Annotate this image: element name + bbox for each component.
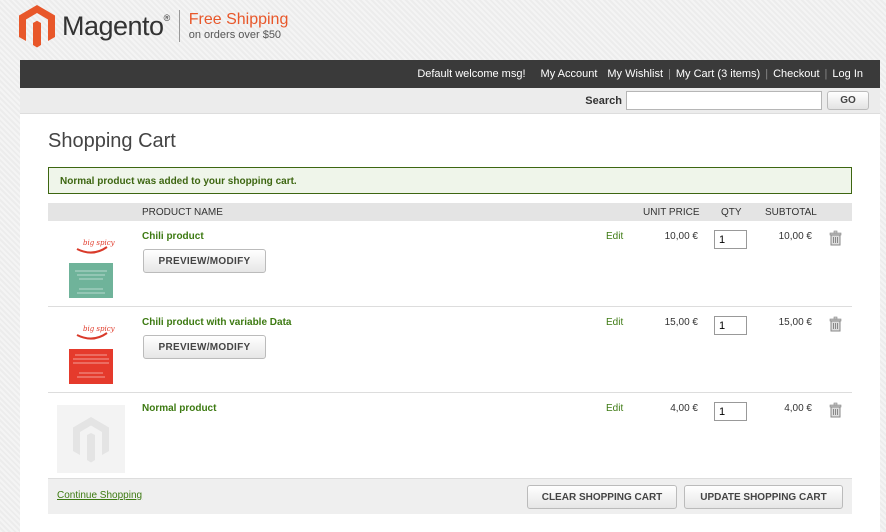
subtotal: 10,00 € [778,231,812,242]
header-subtotal: SUBTOTAL [765,207,817,218]
welcome-message: Default welcome msg! [417,68,526,80]
table-row: Normal product Edit 4,00 € 4,00 € [48,393,852,479]
link-checkout[interactable]: Checkout [768,68,824,80]
search-bar: Search GO [20,88,880,114]
trash-icon[interactable] [828,316,844,332]
promo-subtitle: on orders over $50 [188,28,282,41]
magento-logo-icon [19,5,55,48]
success-message: Normal product was added to your shoppin… [48,167,852,194]
table-row: big spicy Chili product with variable Da… [48,307,852,393]
header-unit-price: UNIT PRICE [643,207,700,218]
preview-modify-button[interactable]: PREVIEW/MODIFY [143,335,266,359]
promo-title: Free Shipping [188,10,289,28]
thumb-brand-text: big spicy [83,325,116,333]
preview-modify-button[interactable]: PREVIEW/MODIFY [143,249,266,273]
free-shipping-promo: Free Shipping on orders over $50 [188,10,289,41]
clear-cart-button[interactable]: CLEAR SHOPPING CART [527,485,677,509]
logo-divider [178,10,180,42]
cart-table-header: PRODUCT NAME UNIT PRICE QTY SUBTOTAL [48,203,852,221]
search-label: Search [585,94,622,107]
subtotal: 15,00 € [778,317,812,328]
qty-input[interactable] [714,316,747,335]
thumb-brand-text: big spicy [83,239,116,247]
subtotal: 4,00 € [784,403,812,414]
trash-icon[interactable] [828,402,844,418]
qty-input[interactable] [714,230,747,249]
table-row: big spicy Chili product PREVIEW/MODIFY E… [48,221,852,307]
page-container: Default welcome msg! My Account My Wishl… [20,60,880,532]
product-thumbnail[interactable]: big spicy [57,319,125,387]
unit-price: 15,00 € [664,317,698,328]
product-thumbnail[interactable]: big spicy [57,233,125,301]
brand-name: Magento® [62,10,170,41]
logo[interactable]: Magento® Free Shipping on orders over $5… [18,4,288,48]
edit-link[interactable]: Edit [606,403,623,414]
placeholder-image-icon[interactable] [57,405,125,473]
header-product-name: PRODUCT NAME [142,207,223,218]
link-log-in[interactable]: Log In [827,68,868,80]
edit-link[interactable]: Edit [606,231,623,242]
search-go-button[interactable]: GO [827,91,869,110]
product-name-link[interactable]: Chili product with variable Data [142,317,291,328]
qty-input[interactable] [714,402,747,421]
header-qty: QTY [721,207,742,218]
continue-shopping-link[interactable]: Continue Shopping [57,490,142,501]
link-my-wishlist[interactable]: My Wishlist [602,68,668,80]
product-name-link[interactable]: Normal product [142,403,216,414]
link-my-account[interactable]: My Account [536,68,603,80]
search-input[interactable] [626,91,822,110]
unit-price: 10,00 € [664,231,698,242]
update-cart-button[interactable]: UPDATE SHOPPING CART [684,485,843,509]
trash-icon[interactable] [828,230,844,246]
account-bar: Default welcome msg! My Account My Wishl… [20,60,880,88]
unit-price: 4,00 € [670,403,698,414]
edit-link[interactable]: Edit [606,317,623,328]
site-header: Magento® Free Shipping on orders over $5… [0,0,886,60]
product-name-link[interactable]: Chili product [142,231,204,242]
link-my-cart[interactable]: My Cart (3 items) [671,68,765,80]
page-title: Shopping Cart [48,130,176,152]
cart-footer: Continue Shopping CLEAR SHOPPING CART UP… [48,478,852,514]
